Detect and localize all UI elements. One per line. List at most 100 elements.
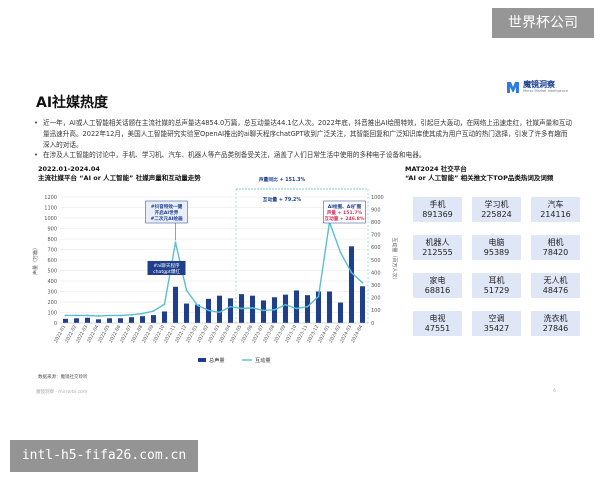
product-name: 学习机	[484, 199, 509, 209]
y-tick-right: 500	[371, 258, 381, 264]
watermark-top: 世界杯公司	[492, 8, 594, 38]
product-card: 家电 68816	[413, 273, 462, 298]
bar-total-volume	[128, 317, 135, 323]
y-tick-right: 700	[371, 233, 381, 239]
volume-interaction-chart: 0100200300400500600700800900100011001200…	[32, 176, 398, 364]
product-card: 相机 78420	[531, 235, 580, 260]
bar-total-volume	[95, 319, 102, 323]
product-name: 电脑	[488, 237, 505, 247]
annotation-text-ai-expand: AI绘图、AI扩图	[328, 203, 362, 210]
product-card: 手机 891369	[413, 197, 462, 222]
product-frequency: 27846	[542, 323, 569, 333]
product-name: 家电	[429, 275, 446, 285]
annotation-text-chatgpt: chatgpt爆红	[153, 268, 180, 275]
product-card: 电脑 95389	[472, 235, 521, 260]
product-frequency: 48476	[542, 285, 569, 295]
y-tick-right: 400	[371, 270, 381, 276]
product-heading-title: MAT2024 社交平台	[405, 165, 467, 173]
bar-total-volume	[293, 290, 300, 323]
bar-total-volume	[249, 295, 256, 323]
bar-total-volume	[172, 286, 179, 323]
product-frequency: 51729	[483, 285, 510, 295]
y-tick-left: 1000	[44, 216, 57, 222]
y-tick-left: 200	[47, 300, 57, 306]
brand-sub: Mirror Market Intelligence	[523, 88, 568, 93]
product-frequency: 47551	[424, 323, 451, 333]
line-point-interaction	[130, 313, 133, 316]
brand-name: 魔镜洞察	[523, 79, 556, 89]
y-tick-right: 300	[371, 283, 381, 289]
y-tick-left: 600	[47, 258, 57, 264]
bar-total-volume	[183, 303, 190, 323]
product-card: 空调 35427	[472, 311, 521, 336]
y-tick-right: 0	[371, 321, 374, 327]
product-frequency: 891369	[422, 209, 453, 219]
line-point-interaction	[196, 304, 199, 307]
bullet-list: 近一年，AI或人工智能相关话题在主流社媒的总声量达4854.0万篇，总互动量达4…	[34, 118, 574, 161]
product-frequency: 214116	[540, 209, 571, 219]
line-point-interaction	[174, 241, 177, 244]
product-name: 耳机	[488, 275, 505, 285]
product-frequency: 212555	[422, 247, 453, 257]
y-tick-right: 800	[371, 220, 381, 226]
data-source: 数据来源：魔镜社交聆听	[38, 375, 88, 380]
page-title: AI社媒热度	[36, 95, 109, 111]
product-name: 电视	[429, 313, 446, 323]
y-tick-left: 0	[54, 321, 57, 327]
line-point-interaction	[86, 314, 89, 317]
annotation-text-ai-drawing: 开启AI世界	[155, 209, 179, 216]
bar-total-volume	[106, 318, 113, 323]
bar-total-volume	[139, 316, 146, 323]
footer-brand: 魔镜洞察 · mirrorbi.com	[36, 390, 88, 395]
product-name: 手机	[429, 199, 446, 209]
y-tick-left: 800	[47, 237, 57, 243]
line-point-interaction	[295, 307, 298, 310]
annotation-text-ai-expand: 声量 + 151.7%	[326, 209, 363, 216]
y-tick-left: 100	[47, 310, 57, 316]
line-point-interaction	[262, 309, 265, 312]
product-card: 汽车 214116	[531, 197, 580, 222]
product-name: 汽车	[547, 199, 564, 209]
y-tick-right: 1000	[371, 195, 384, 201]
product-frequency: 68816	[424, 285, 451, 295]
line-point-interaction	[141, 312, 144, 315]
bar-total-volume	[194, 304, 201, 323]
product-card: 电视 47551	[413, 311, 462, 336]
product-frequency: 225824	[481, 209, 512, 219]
brand-logo: 魔镜洞察 Mirror Market Intelligence	[506, 80, 568, 94]
legend-swatch-total-volume	[198, 358, 206, 362]
y-tick-right: 200	[371, 296, 381, 302]
annotation-text-ai-drawing: #二次元AI绘画	[150, 215, 182, 222]
product-heading-subtitle: “AI or 人工智能” 相关推文下TOP品类热词及词频	[405, 174, 554, 182]
y-tick-left: 400	[47, 279, 57, 285]
line-point-interaction	[339, 251, 342, 254]
legend-label-interaction: 互动量	[255, 357, 271, 364]
bar-total-volume	[282, 294, 289, 323]
line-point-interaction	[108, 314, 111, 317]
y-tick-left: 500	[47, 268, 57, 274]
bar-total-volume	[117, 318, 124, 323]
y-tick-left: 1200	[44, 195, 57, 201]
product-name: 相机	[547, 237, 564, 247]
line-point-interaction	[284, 303, 287, 306]
bar-total-volume	[73, 318, 80, 323]
annotation-text-yoy: 互动量 + 79.2%	[263, 196, 302, 203]
legend-label-total-volume: 总声量	[209, 356, 225, 364]
line-point-interaction	[163, 303, 166, 305]
bar-total-volume	[326, 291, 333, 323]
bar-total-volume	[260, 300, 267, 323]
y-tick-left: 900	[47, 226, 57, 232]
product-card: 耳机 51729	[472, 273, 521, 298]
y-axis-label-left: 声量（万篇）	[32, 245, 39, 275]
product-name: 无人机	[543, 275, 568, 285]
line-point-interaction	[350, 271, 353, 274]
chart-period: 2022.01-2024.04	[38, 165, 100, 173]
watermark-bottom: intl-h5-fifa26.com.cn	[10, 440, 198, 472]
line-point-interaction	[317, 295, 320, 298]
y-tick-left: 300	[47, 289, 57, 295]
line-point-interaction	[119, 314, 122, 317]
bar-total-volume	[62, 318, 69, 323]
product-frequency: 95389	[483, 247, 510, 257]
line-point-interaction	[152, 310, 155, 312]
bullet-item: 在涉及人工智能的讨论中，手机、学习机、汽车、机器人等产品类别备受关注，涵盖了人们…	[34, 150, 574, 161]
